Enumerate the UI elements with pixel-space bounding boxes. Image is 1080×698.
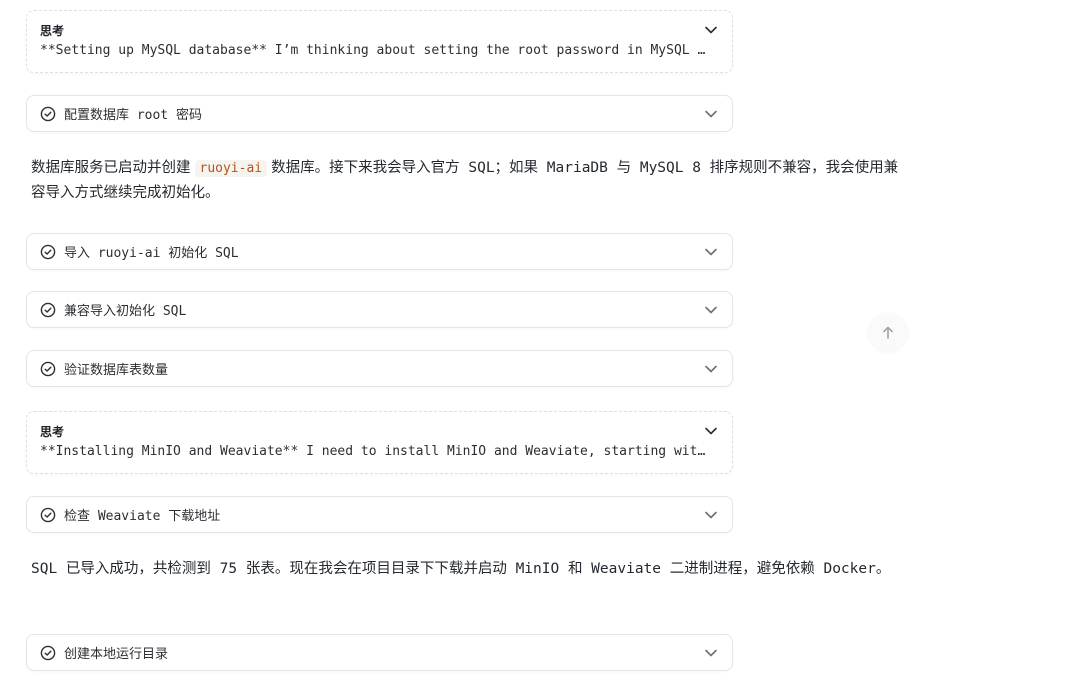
- check-circle-icon: [40, 361, 56, 377]
- arrow-up-icon: [882, 326, 894, 339]
- thinking-summary: **Installing MinIO and Weaviate** I need…: [40, 444, 706, 459]
- step-label: 兼容导入初始化 SQL: [64, 304, 187, 319]
- chevron-down-icon[interactable]: [704, 508, 718, 522]
- check-circle-icon: [40, 507, 56, 523]
- thinking-title: 思考: [40, 424, 65, 439]
- inline-code: ruoyi-ai: [194, 160, 268, 177]
- tool-step-create-runtime-dir[interactable]: 创建本地运行目录: [26, 634, 733, 671]
- scroll-to-top-button[interactable]: [869, 313, 907, 351]
- check-circle-icon: [40, 106, 56, 122]
- chevron-down-icon[interactable]: [704, 245, 718, 259]
- tool-step-verify-tables[interactable]: 验证数据库表数量: [26, 350, 733, 387]
- chevron-down-icon[interactable]: [704, 362, 718, 376]
- step-label: 创建本地运行目录: [64, 647, 169, 662]
- message-text: 数据库服务已启动并创建: [31, 160, 191, 176]
- assistant-message: 数据库服务已启动并创建 ruoyi-ai 数据库。接下来我会导入官方 SQL；如果 …: [31, 156, 911, 205]
- step-label: 导入 ruoyi-ai 初始化 SQL: [64, 246, 239, 261]
- check-circle-icon: [40, 645, 56, 661]
- thinking-title: 思考: [40, 23, 65, 38]
- assistant-message: SQL 已导入成功，共检测到 75 张表。现在我会在项目目录下下载并启动 Min…: [31, 557, 909, 581]
- tool-step-compat-import[interactable]: 兼容导入初始化 SQL: [26, 291, 733, 328]
- tool-step-set-root-password[interactable]: 配置数据库 root 密码: [26, 95, 733, 132]
- check-circle-icon: [40, 244, 56, 260]
- chevron-down-icon[interactable]: [704, 23, 718, 37]
- tool-step-import-sql[interactable]: 导入 ruoyi-ai 初始化 SQL: [26, 233, 733, 270]
- chevron-down-icon[interactable]: [704, 107, 718, 121]
- thinking-summary: **Setting up MySQL database** I’m thinki…: [40, 43, 706, 58]
- step-label: 验证数据库表数量: [64, 363, 169, 378]
- thinking-block[interactable]: 思考 **Setting up MySQL database** I’m thi…: [26, 10, 733, 73]
- step-label: 检查 Weaviate 下载地址: [64, 509, 221, 524]
- thinking-block[interactable]: 思考 **Installing MinIO and Weaviate** I n…: [26, 411, 733, 474]
- step-label: 配置数据库 root 密码: [64, 108, 202, 123]
- tool-step-check-weaviate[interactable]: 检查 Weaviate 下载地址: [26, 496, 733, 533]
- chevron-down-icon[interactable]: [704, 646, 718, 660]
- chevron-down-icon[interactable]: [704, 303, 718, 317]
- chevron-down-icon[interactable]: [704, 424, 718, 438]
- message-text: SQL 已导入成功，共检测到 75 张表。现在我会在项目目录下下载并启动 Min…: [31, 561, 891, 577]
- check-circle-icon: [40, 302, 56, 318]
